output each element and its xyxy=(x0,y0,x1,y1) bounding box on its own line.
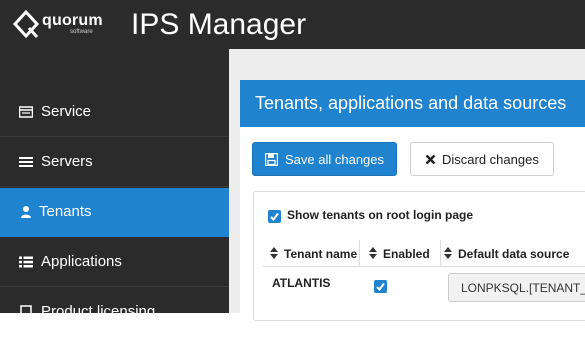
sidebar-item-servers[interactable]: Servers xyxy=(0,138,229,187)
list-icon xyxy=(19,256,33,268)
tenant-name-cell: ATLANTIS xyxy=(272,276,331,290)
sidebar-item-applications[interactable]: Applications xyxy=(0,238,229,287)
list-icon xyxy=(19,157,33,167)
discard-label: Discard changes xyxy=(442,152,539,167)
sort-icon[interactable] xyxy=(369,247,377,259)
checkmark-icon xyxy=(270,212,279,222)
sidebar-item-service[interactable]: Service xyxy=(0,88,229,137)
license-icon xyxy=(20,305,32,319)
save-icon xyxy=(265,153,278,166)
column-header-tenant-name[interactable]: Tenant name xyxy=(284,247,357,261)
sidebar-item-label: Applications xyxy=(41,253,122,270)
discard-button[interactable]: Discard changes xyxy=(410,142,554,176)
sort-icon[interactable] xyxy=(270,247,278,259)
save-all-button[interactable]: Save all changes xyxy=(252,142,397,176)
sidebar-item-label: Tenants xyxy=(39,203,92,220)
sort-icon[interactable] xyxy=(444,247,452,259)
panel-header: Tenants, applications and data sources xyxy=(240,80,585,127)
server-icon xyxy=(19,106,33,118)
column-header-default-data-source[interactable]: Default data source xyxy=(458,247,569,261)
default-data-source-select[interactable]: LONPKSQL.[TENANT_ATLANTIS] xyxy=(448,273,585,302)
sidebar-item-tenants[interactable]: Tenants xyxy=(0,188,229,237)
quorum-logo-icon xyxy=(12,10,40,38)
show-tenants-label: Show tenants on root login page xyxy=(287,208,473,222)
sidebar-item-label: Servers xyxy=(41,153,93,170)
data-source-value: LONPKSQL.[TENANT_ATLANTIS] xyxy=(461,281,585,295)
user-icon xyxy=(21,206,31,218)
checkmark-icon xyxy=(376,282,385,292)
quorum-logo[interactable]: quorum software xyxy=(12,10,103,40)
enabled-checkbox[interactable] xyxy=(374,280,387,293)
app-header: quorum software IPS Manager xyxy=(0,0,585,49)
close-icon xyxy=(425,154,436,165)
save-all-label: Save all changes xyxy=(285,152,385,167)
show-tenants-checkbox[interactable] xyxy=(268,210,281,223)
logo-wordmark: quorum xyxy=(42,12,103,29)
logo-subtitle: software xyxy=(70,29,93,35)
sidebar-item-label: Product licensing xyxy=(41,303,156,320)
panel-title: Tenants, applications and data sources xyxy=(255,93,567,113)
app-title: IPS Manager xyxy=(131,8,307,41)
column-header-enabled[interactable]: Enabled xyxy=(383,247,430,261)
sidebar-item-label: Service xyxy=(41,103,92,120)
